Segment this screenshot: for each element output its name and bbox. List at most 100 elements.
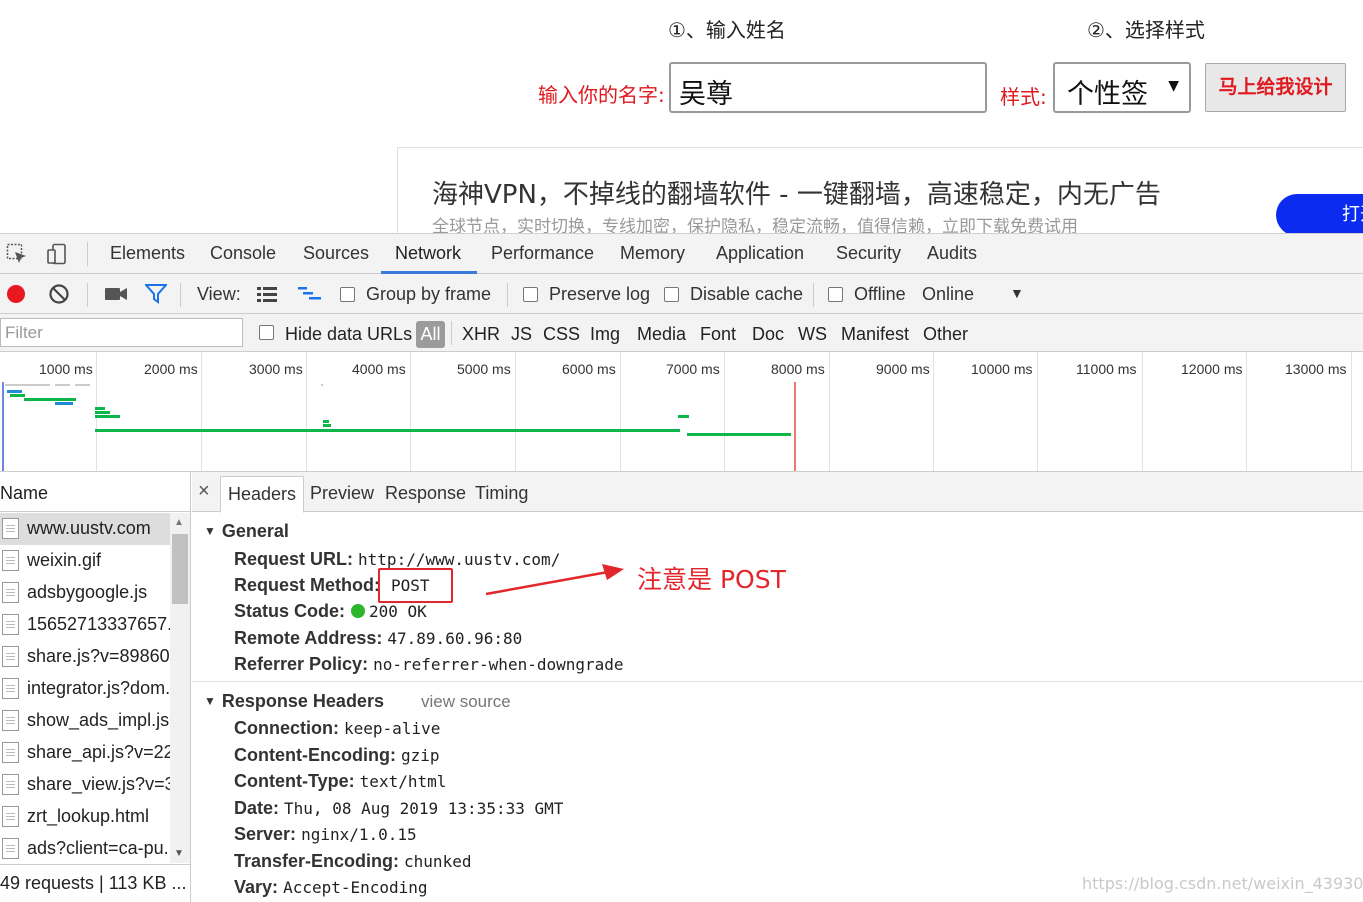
clear-icon[interactable]	[48, 283, 70, 305]
request-row[interactable]: zrt_lookup.html	[0, 801, 170, 833]
header-value: 47.89.60.96:80	[387, 629, 523, 648]
header-row: Status Code: 200 OK	[234, 601, 427, 622]
status-ok-icon	[351, 604, 366, 618]
image-file-icon	[2, 614, 19, 635]
ad-open-button[interactable]: 打开	[1276, 194, 1363, 233]
requests-summary: 49 requests | 113 KB ...	[0, 864, 190, 902]
filter-doc[interactable]: Doc	[752, 324, 784, 345]
scrollbar-thumb[interactable]	[172, 534, 188, 604]
disable-cache-checkbox[interactable]	[664, 287, 679, 302]
tab-network[interactable]: Network	[395, 243, 461, 264]
header-key: Request Method:	[234, 575, 380, 595]
close-icon[interactable]: ×	[198, 480, 210, 503]
throttle-select[interactable]: Online	[922, 284, 974, 305]
tab-response[interactable]: Response	[385, 483, 466, 504]
tab-timing[interactable]: Timing	[475, 483, 528, 504]
header-value: nginx/1.0.15	[301, 825, 417, 844]
response-headers-section-toggle[interactable]: ▼ Response Headers	[204, 691, 384, 712]
request-row[interactable]: 15652713337657...	[0, 609, 170, 641]
record-icon[interactable]	[5, 283, 27, 305]
request-row[interactable]: weixin.gif	[0, 545, 170, 577]
request-row[interactable]: show_ads_impl.js	[0, 705, 170, 737]
ad-banner[interactable]: 海神VPN，不掉线的翻墙软件 - 一键翻墙，高速稳定，内无广告 全球节点，实时切…	[397, 147, 1363, 233]
group-by-frame-checkbox[interactable]	[340, 287, 355, 302]
filter-xhr[interactable]: XHR	[462, 324, 500, 345]
offline-checkbox[interactable]	[828, 287, 843, 302]
tabbar-separator	[87, 242, 88, 266]
header-value: keep-alive	[344, 719, 441, 738]
throttle-dropdown-icon[interactable]: ▼	[1010, 285, 1024, 301]
filter-css[interactable]: CSS	[543, 324, 580, 345]
style-select[interactable]: 个性签 ▼	[1053, 62, 1191, 113]
header-row: Date: Thu, 08 Aug 2019 13:35:33 GMT	[234, 798, 563, 819]
status-code-value: 200 OK	[369, 602, 427, 621]
tab-elements[interactable]: Elements	[110, 243, 185, 264]
tab-performance[interactable]: Performance	[491, 243, 594, 264]
header-row: Content-Encoding: gzip	[234, 745, 440, 766]
group-by-frame-label: Group by frame	[366, 284, 492, 304]
section-divider	[192, 681, 1363, 682]
tab-preview[interactable]: Preview	[310, 483, 374, 504]
dropdown-arrow-icon: ▼	[1168, 78, 1179, 94]
tab-memory[interactable]: Memory	[620, 243, 685, 264]
tab-audits[interactable]: Audits	[927, 243, 977, 264]
name-input[interactable]: 吴尊	[669, 62, 987, 113]
network-overview-timeline[interactable]: 1000 ms 2000 ms 3000 ms 4000 ms 5000 ms …	[0, 352, 1363, 472]
inspect-element-icon[interactable]	[6, 243, 28, 265]
capture-screenshots-icon[interactable]	[104, 284, 128, 304]
request-row[interactable]: share_view.js?v=3...	[0, 769, 170, 801]
hide-data-urls-checkbox[interactable]	[259, 325, 274, 340]
general-section-toggle[interactable]: ▼ General	[204, 521, 289, 542]
request-name: 15652713337657...	[27, 614, 170, 634]
scroll-down-icon[interactable]: ▼	[174, 848, 184, 859]
tab-security[interactable]: Security	[836, 243, 901, 264]
request-row[interactable]: share_api.js?v=22...	[0, 737, 170, 769]
step2-label: ②、选择样式	[1087, 18, 1205, 42]
filter-ws[interactable]: WS	[798, 324, 827, 345]
filter-input[interactable]: Filter	[0, 318, 243, 347]
step1-label: ①、输入姓名	[668, 18, 786, 42]
request-row[interactable]: share.js?v=89860...	[0, 641, 170, 673]
request-row[interactable]: www.uustv.com	[0, 513, 170, 545]
filter-all-button[interactable]: All	[416, 321, 445, 348]
header-key: Transfer-Encoding:	[234, 851, 400, 871]
filter-js[interactable]: JS	[511, 324, 532, 345]
script-file-icon	[2, 742, 19, 763]
header-key: Remote Address:	[234, 628, 383, 648]
ad-title[interactable]: 海神VPN，不掉线的翻墙软件 - 一键翻墙，高速稳定，内无广告	[432, 174, 1161, 211]
toolbar-separator	[813, 283, 814, 307]
general-title: General	[221, 521, 289, 541]
header-row: Content-Type: text/html	[234, 771, 446, 792]
tab-console[interactable]: Console	[210, 243, 276, 264]
request-name: adsbygoogle.js	[27, 582, 148, 602]
design-button[interactable]: 马上给我设计	[1205, 63, 1346, 112]
devtools-tabbar: Elements Console Sources Network Perform…	[0, 234, 1363, 274]
filter-other[interactable]: Other	[923, 324, 968, 345]
request-name: weixin.gif	[27, 550, 102, 570]
request-row[interactable]: ads?client=ca-pu...	[0, 833, 170, 865]
header-value: Thu, 08 Aug 2019 13:35:33 GMT	[284, 799, 564, 818]
header-key: Date:	[234, 798, 280, 818]
tab-application[interactable]: Application	[716, 243, 804, 264]
filter-media[interactable]: Media	[637, 324, 686, 345]
header-key: Content-Type:	[234, 771, 355, 791]
preserve-log-checkbox[interactable]	[523, 287, 538, 302]
filter-font[interactable]: Font	[700, 324, 736, 345]
filter-manifest[interactable]: Manifest	[841, 324, 909, 345]
filter-img[interactable]: Img	[590, 324, 620, 345]
style-label: 样式:	[1000, 85, 1047, 109]
scroll-up-icon[interactable]: ▲	[174, 517, 184, 528]
request-row[interactable]: adsbygoogle.js	[0, 577, 170, 609]
filter-icon[interactable]	[145, 284, 167, 304]
request-row[interactable]: integrator.js?dom...	[0, 673, 170, 705]
request-name: www.uustv.com	[27, 518, 151, 538]
disable-cache-label: Disable cache	[690, 284, 804, 304]
ad-subtitle: 全球节点，实时切换，专线加密，保护隐私，稳定流畅，值得信赖，立即下载免费试用	[432, 217, 1078, 233]
tab-sources[interactable]: Sources	[303, 243, 369, 264]
name-column-header[interactable]: Name	[0, 472, 190, 512]
tab-headers[interactable]: Headers	[220, 476, 305, 513]
device-toolbar-icon[interactable]	[46, 243, 68, 265]
view-source-link[interactable]: view source	[421, 692, 511, 712]
waterfall-overview-icon[interactable]	[297, 286, 323, 303]
large-rows-icon[interactable]	[256, 286, 278, 303]
